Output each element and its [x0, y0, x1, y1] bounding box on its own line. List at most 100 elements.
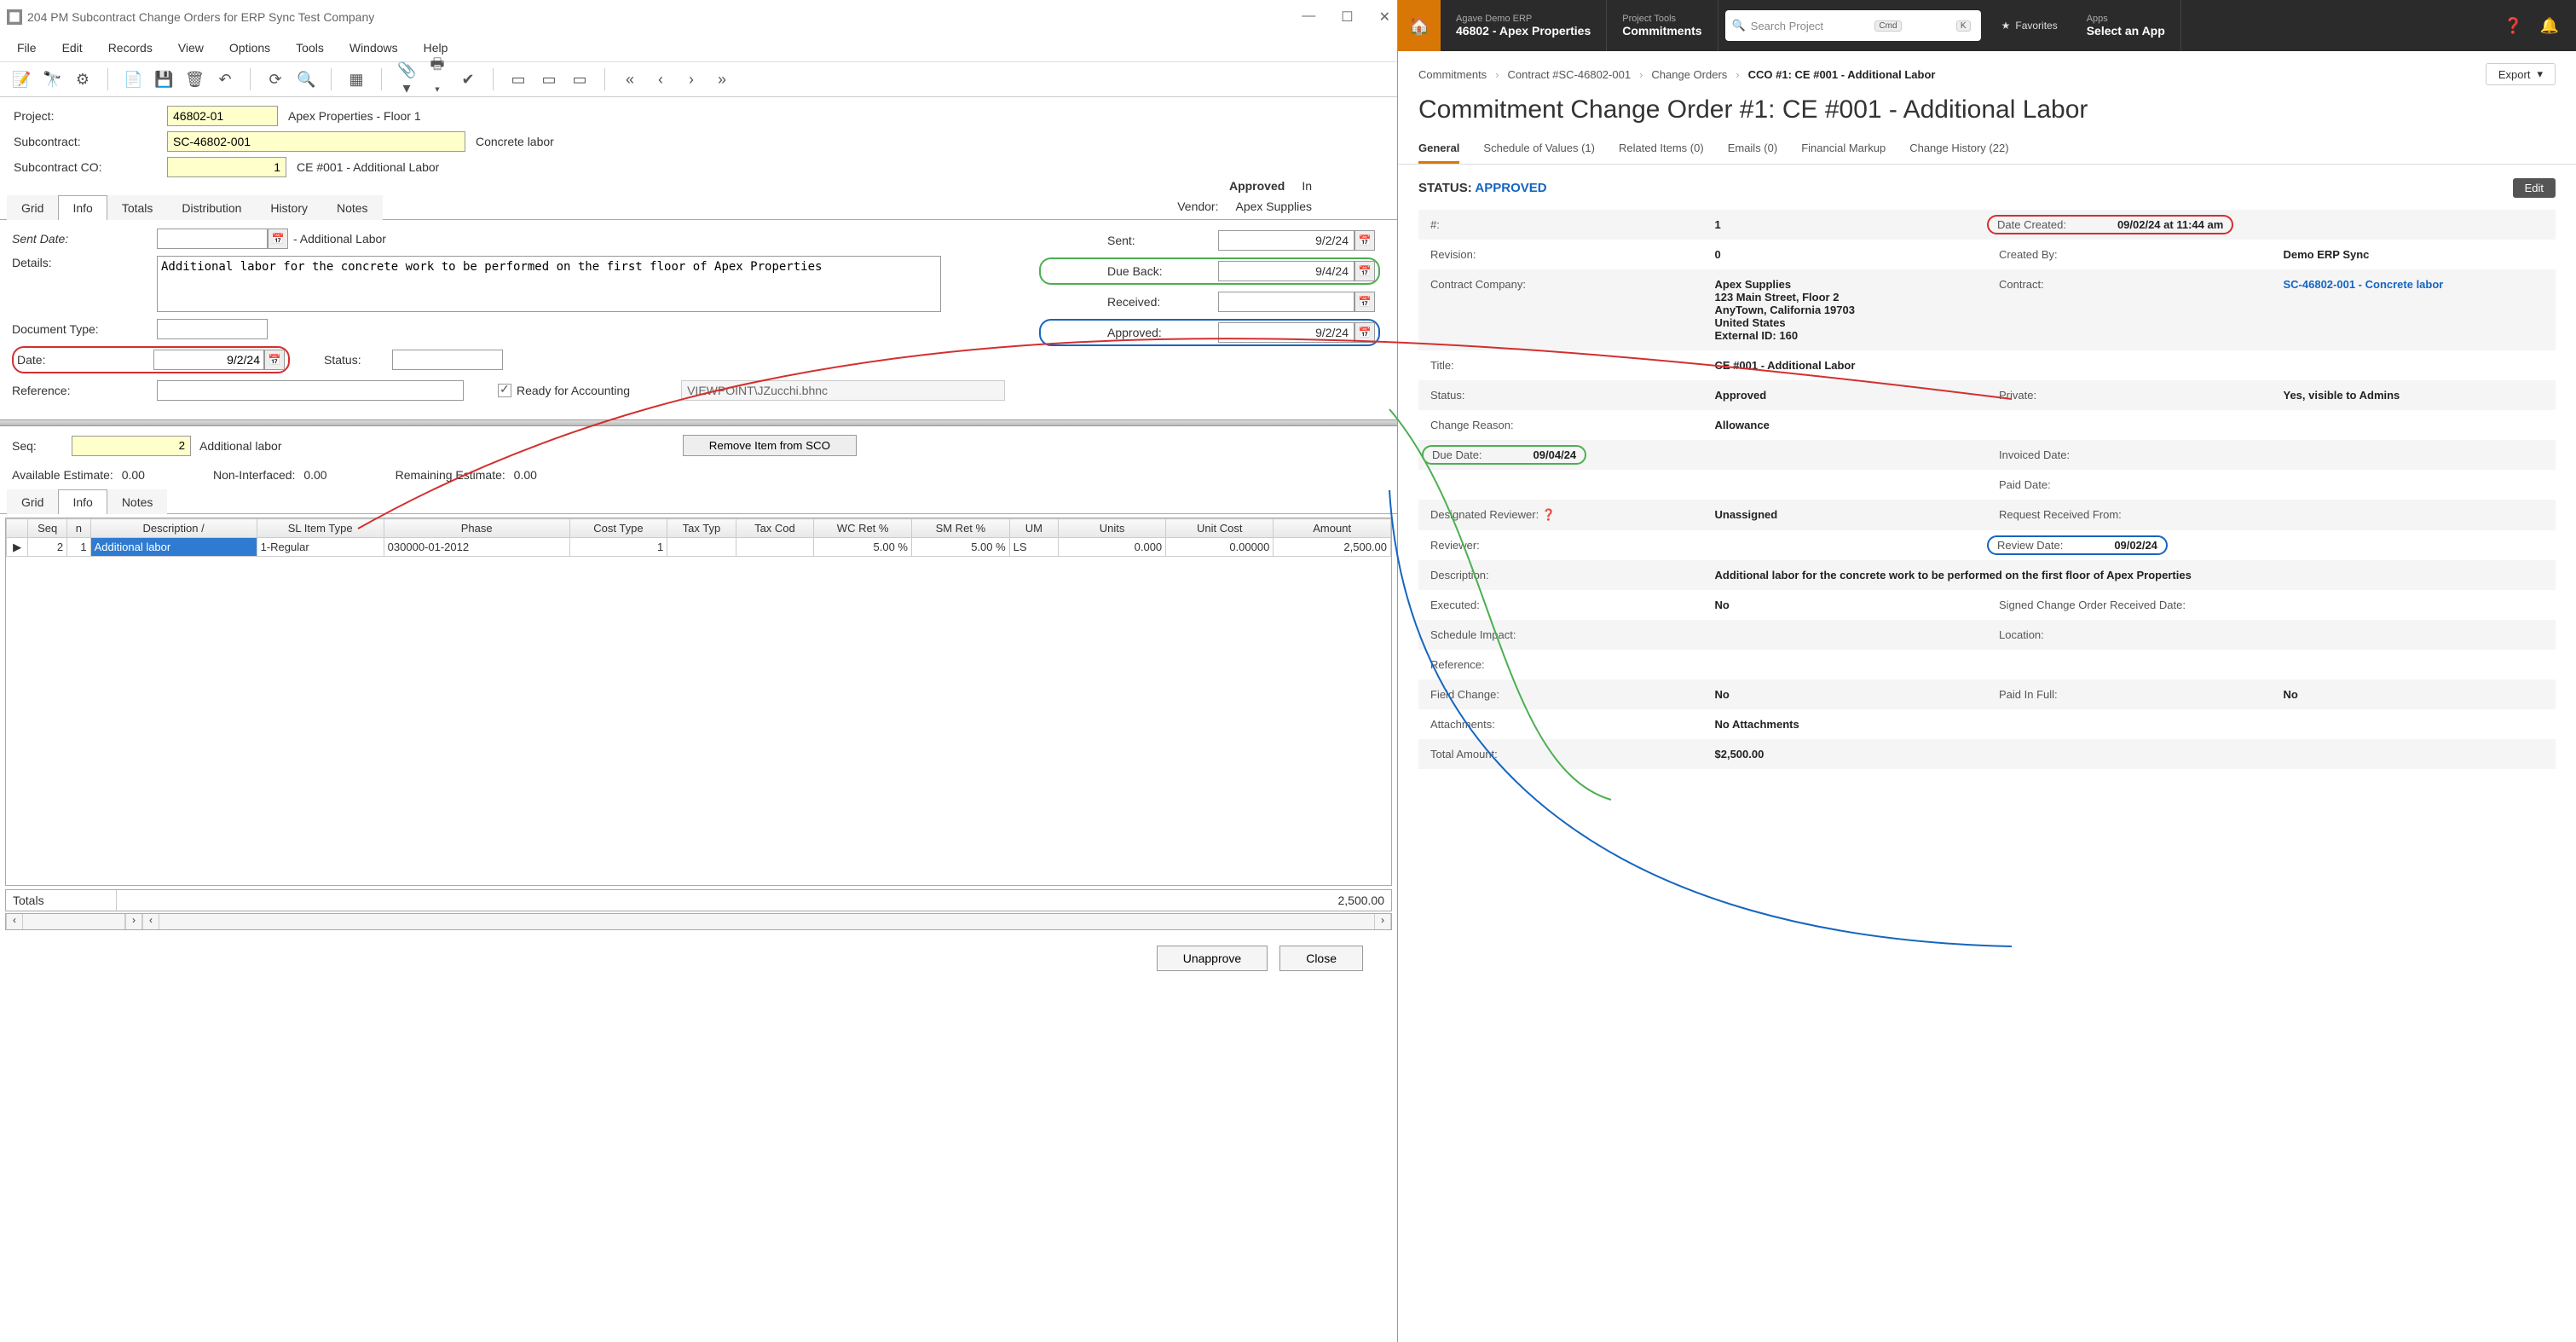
calendar-icon[interactable]: 📅 — [1354, 230, 1375, 251]
date-input[interactable] — [153, 350, 264, 370]
minimize-icon[interactable]: — — [1302, 9, 1315, 26]
tab-notes[interactable]: Notes — [322, 195, 383, 220]
undo-icon[interactable]: ↶ — [216, 71, 234, 89]
menu-file[interactable]: File — [17, 41, 37, 55]
panel3-icon[interactable]: ▭ — [570, 71, 589, 89]
gear-icon[interactable]: ⚙ — [73, 71, 92, 89]
crumb-changeorders[interactable]: Change Orders — [1651, 68, 1727, 81]
menu-windows[interactable]: Windows — [349, 41, 398, 55]
menu-view[interactable]: View — [178, 41, 204, 55]
attach-icon[interactable]: 📎▾ — [397, 61, 416, 97]
tab-history[interactable]: History — [256, 195, 322, 220]
edit-button[interactable]: Edit — [2513, 178, 2556, 198]
document-type-input[interactable] — [157, 319, 268, 339]
col-seq[interactable]: Seq — [28, 519, 67, 538]
export-button[interactable]: Export▾ — [2486, 63, 2556, 85]
project-selector[interactable]: Agave Demo ERP 46802 - Apex Properties — [1441, 0, 1607, 51]
approved-value[interactable]: 9/2/24 — [1218, 322, 1354, 343]
apps-selector[interactable]: Apps Select an App — [2071, 0, 2181, 51]
grid-row[interactable]: ▶ 2 1 Additional labor 1-Regular 030000-… — [7, 538, 1391, 557]
binoculars-icon[interactable]: 🔭 — [43, 71, 61, 89]
status-input[interactable] — [392, 350, 503, 370]
help-icon[interactable]: ❓ — [2504, 17, 2522, 35]
calendar-icon[interactable]: 📅 — [264, 350, 285, 370]
favorites-button[interactable]: ★ Favorites — [1988, 0, 2071, 51]
scroll-right2-icon[interactable]: › — [1374, 914, 1391, 929]
tab-info[interactable]: Info — [58, 195, 107, 220]
panel2-icon[interactable]: ▭ — [540, 71, 558, 89]
received-value[interactable] — [1218, 292, 1354, 312]
sent-value[interactable]: 9/2/24 — [1218, 230, 1354, 251]
calendar-icon[interactable]: 📅 — [1354, 322, 1375, 343]
unapprove-button[interactable]: Unapprove — [1157, 946, 1268, 971]
tab-grid[interactable]: Grid — [7, 195, 58, 220]
close-button[interactable]: Close — [1279, 946, 1363, 971]
grid-icon[interactable]: ▦ — [347, 71, 366, 89]
bell-icon[interactable]: 🔔 — [2540, 17, 2559, 35]
menu-help[interactable]: Help — [424, 41, 448, 55]
tab-totals[interactable]: Totals — [107, 195, 168, 220]
col-unitcost[interactable]: Unit Cost — [1166, 519, 1274, 538]
sco-num-input[interactable] — [167, 157, 286, 177]
tab-history[interactable]: Change History (22) — [1909, 135, 2008, 164]
col-um[interactable]: UM — [1009, 519, 1058, 538]
col-n[interactable]: n — [67, 519, 91, 538]
search-input[interactable]: 🔍 Search Project Cmd K — [1725, 10, 1981, 41]
calendar-icon[interactable]: 📅 — [1354, 261, 1375, 281]
help-icon[interactable]: ❓ — [1542, 508, 1556, 521]
details-textarea[interactable]: Additional labor for the concrete work t… — [157, 256, 941, 312]
subtab-grid[interactable]: Grid — [7, 489, 58, 514]
contract-link[interactable]: SC-46802-001 - Concrete labor — [2284, 278, 2444, 291]
col-desc[interactable]: Description / — [90, 519, 257, 538]
scroll-left-icon[interactable]: ‹ — [6, 914, 23, 929]
col-wc[interactable]: WC Ret % — [814, 519, 912, 538]
home-icon[interactable]: 🏠 — [1398, 0, 1441, 51]
line-items-grid[interactable]: Seq n Description / SL Item Type Phase C… — [5, 518, 1392, 886]
col-taxcode[interactable]: Tax Cod — [736, 519, 814, 538]
file-icon[interactable]: 📄 — [124, 71, 142, 89]
delete-icon[interactable]: 🗑 — [185, 71, 204, 89]
crumb-commitments[interactable]: Commitments — [1418, 68, 1487, 81]
panel-divider[interactable] — [0, 419, 1397, 426]
col-phase[interactable]: Phase — [384, 519, 569, 538]
remove-item-button[interactable]: Remove Item from SCO — [683, 435, 857, 456]
scroll-left2-icon[interactable]: ‹ — [142, 914, 159, 929]
col-sltype[interactable]: SL Item Type — [257, 519, 384, 538]
tab-emails[interactable]: Emails (0) — [1728, 135, 1778, 164]
calendar-icon[interactable]: 📅 — [268, 228, 288, 249]
seq-num-input[interactable] — [72, 436, 191, 456]
project-code-input[interactable] — [167, 106, 278, 126]
subtab-notes[interactable]: Notes — [107, 489, 168, 514]
refresh-icon[interactable]: ⟳ — [266, 71, 285, 89]
subtab-info[interactable]: Info — [58, 489, 107, 514]
nav-last-icon[interactable]: » — [713, 71, 731, 89]
subcontract-code-input[interactable] — [167, 131, 465, 152]
tab-related[interactable]: Related Items (0) — [1619, 135, 1704, 164]
nav-next-icon[interactable]: › — [682, 71, 701, 89]
tab-general[interactable]: General — [1418, 135, 1459, 164]
panel1-icon[interactable]: ▭ — [509, 71, 528, 89]
col-cost[interactable]: Cost Type — [569, 519, 667, 538]
maximize-icon[interactable]: ☐ — [1341, 9, 1353, 26]
ready-checkbox[interactable] — [498, 384, 511, 397]
calendar-icon[interactable]: 📅 — [1354, 292, 1375, 312]
spellcheck-icon[interactable]: ✔ — [459, 71, 477, 89]
tools-selector[interactable]: Project Tools Commitments — [1607, 0, 1718, 51]
menu-records[interactable]: Records — [108, 41, 153, 55]
grid-scrollbar[interactable]: ‹ › ‹ › — [5, 913, 1392, 930]
crumb-contract[interactable]: Contract #SC-46802-001 — [1508, 68, 1632, 81]
col-amount[interactable]: Amount — [1274, 519, 1391, 538]
menu-options[interactable]: Options — [229, 41, 270, 55]
tab-financial[interactable]: Financial Markup — [1801, 135, 1886, 164]
new-record-icon[interactable]: 📝 — [12, 71, 31, 89]
tab-sov[interactable]: Schedule of Values (1) — [1483, 135, 1595, 164]
col-units[interactable]: Units — [1059, 519, 1166, 538]
nav-first-icon[interactable]: « — [621, 71, 639, 89]
sent-date-input[interactable] — [157, 228, 268, 249]
tab-distribution[interactable]: Distribution — [167, 195, 256, 220]
reference-input[interactable] — [157, 380, 464, 401]
col-sm[interactable]: SM Ret % — [911, 519, 1009, 538]
menu-tools[interactable]: Tools — [296, 41, 324, 55]
nav-prev-icon[interactable]: ‹ — [651, 71, 670, 89]
search-icon[interactable]: 🔍 — [297, 71, 315, 89]
